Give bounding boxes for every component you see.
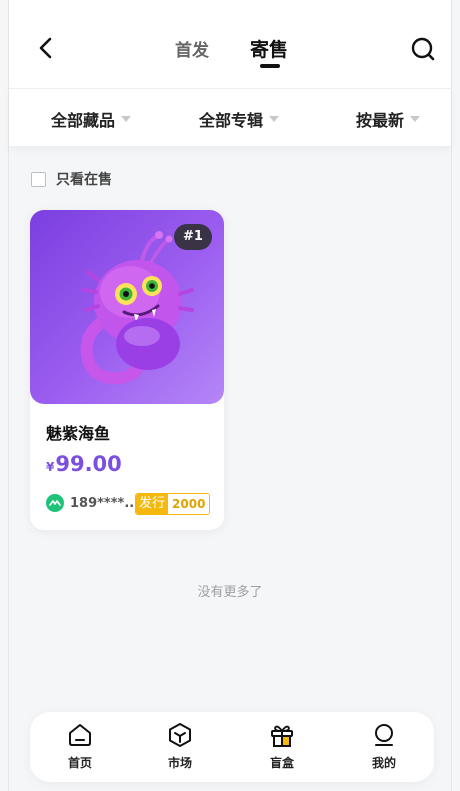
tab-resale[interactable]: 寄售 bbox=[250, 35, 288, 62]
filter-sort-label: 按最新 bbox=[356, 111, 405, 130]
collectible-card[interactable]: #1 魅紫海鱼 ¥ 99.00 189****... 发行 2000 bbox=[30, 210, 224, 530]
collectible-price: ¥ 99.00 bbox=[46, 452, 122, 476]
issue-badge: 发行 2000 bbox=[135, 493, 211, 515]
price-currency: ¥ bbox=[46, 460, 55, 474]
nav-blind-box-label: 盲盒 bbox=[269, 756, 294, 770]
rank-badge: #1 bbox=[174, 224, 212, 250]
nav-home-label: 首页 bbox=[67, 756, 92, 770]
issue-label: 发行 bbox=[136, 494, 169, 514]
search-icon[interactable] bbox=[410, 36, 436, 62]
only-on-sale-toggle[interactable]: 只看在售 bbox=[31, 169, 112, 189]
filter-album-label: 全部专辑 bbox=[199, 111, 264, 130]
filter-album[interactable]: 全部专辑 bbox=[199, 107, 280, 131]
nav-home[interactable]: 首页 bbox=[50, 722, 110, 771]
filter-collection[interactable]: 全部藏品 bbox=[51, 107, 132, 131]
app-frame: 首发 寄售 全部藏品 全部专辑 按最新 只看在售 #1 魅紫海鱼 ¥ 99.00… bbox=[8, 0, 452, 791]
nav-profile-label: 我的 bbox=[371, 756, 396, 770]
gift-box-icon bbox=[271, 725, 293, 747]
only-on-sale-label: 只看在售 bbox=[56, 172, 112, 188]
filter-sort[interactable]: 按最新 bbox=[356, 107, 421, 131]
back-arrow-icon[interactable] bbox=[35, 36, 59, 60]
price-value: 99.00 bbox=[55, 452, 122, 476]
caret-down-icon bbox=[269, 116, 280, 122]
end-of-list-text: 没有更多了 bbox=[197, 585, 263, 600]
collectible-title: 魅紫海鱼 bbox=[46, 424, 111, 443]
nav-blind-box[interactable]: 盲盒 bbox=[252, 722, 312, 771]
issue-count: 2000 bbox=[168, 494, 210, 514]
nav-market[interactable]: 市场 bbox=[150, 722, 210, 771]
tab-first-release[interactable]: 首发 bbox=[175, 36, 209, 61]
only-on-sale-checkbox[interactable] bbox=[31, 171, 46, 187]
active-tab-indicator bbox=[260, 64, 280, 68]
collectible-image: #1 bbox=[30, 210, 224, 404]
owner-avatar-icon bbox=[46, 494, 64, 512]
filter-collection-label: 全部藏品 bbox=[51, 111, 116, 130]
top-bar: 首发 寄售 bbox=[9, 0, 451, 88]
profile-icon bbox=[375, 724, 393, 746]
bottom-nav: 首页 市场 盲盒 我的 bbox=[30, 712, 434, 782]
filter-bar: 全部藏品 全部专辑 按最新 bbox=[9, 88, 451, 146]
owner-name: 189****... bbox=[70, 495, 140, 511]
market-box-icon bbox=[169, 723, 191, 747]
nav-market-label: 市场 bbox=[167, 756, 192, 770]
caret-down-icon bbox=[121, 116, 132, 122]
owner-info: 189****... bbox=[46, 494, 139, 512]
caret-down-icon bbox=[410, 116, 421, 122]
home-icon bbox=[69, 724, 91, 746]
nav-profile[interactable]: 我的 bbox=[354, 722, 414, 771]
